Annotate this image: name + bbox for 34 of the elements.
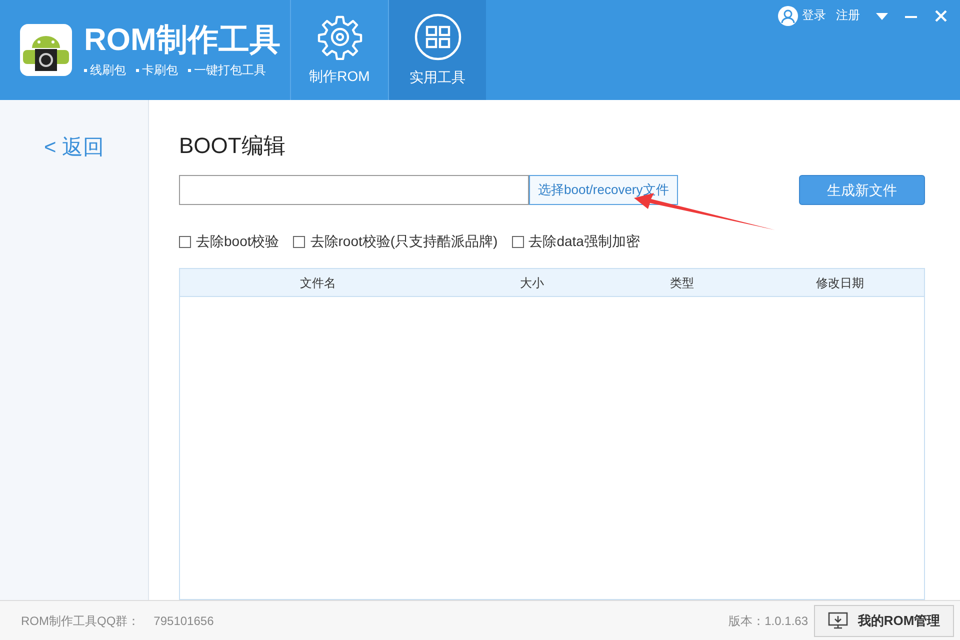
nav-tab[interactable]: 实用工具 <box>388 0 486 100</box>
feature-label: 卡刷包 <box>142 62 178 79</box>
column-header[interactable]: 文件名 <box>180 274 456 292</box>
checkbox-label: 去除data强制加密 <box>528 232 640 251</box>
rom-manager-button[interactable]: 我的ROM管理 <box>814 604 954 636</box>
version-text: 版本：1.0.1.63 <box>728 612 808 630</box>
qq-group-label: ROM制作工具QQ群： <box>21 612 140 630</box>
gear-icon <box>316 14 362 60</box>
column-header[interactable]: 大小 <box>456 274 608 292</box>
bullet-icon <box>188 68 191 72</box>
bullet-icon <box>84 68 87 72</box>
checkbox[interactable] <box>179 236 191 248</box>
feature-label: 一键打包工具 <box>194 62 266 79</box>
feature-label: 线刷包 <box>90 62 126 79</box>
column-header[interactable]: 类型 <box>608 274 756 292</box>
column-header[interactable]: 修改日期 <box>756 274 924 292</box>
login-link[interactable]: 登录 <box>802 6 826 24</box>
bullet-icon <box>136 68 139 72</box>
choose-file-button[interactable]: 选择boot/recovery文件 <box>529 175 678 205</box>
user-icon[interactable] <box>778 6 798 26</box>
back-link[interactable]: < 返回 <box>44 132 104 164</box>
grid-icon <box>414 12 462 60</box>
android-logo <box>20 24 72 76</box>
checkbox[interactable] <box>293 236 306 248</box>
page-title: BOOT编辑 <box>179 133 286 159</box>
checkbox-label: 去除root校验(只支持酷派品牌) <box>310 232 498 251</box>
generate-button[interactable]: 生成新文件 <box>799 175 925 205</box>
checkbox-label: 去除boot校验 <box>196 232 280 251</box>
file-path-field[interactable] <box>179 175 529 205</box>
app-title: ROM制作工具 <box>84 21 280 59</box>
checkbox[interactable] <box>512 236 524 248</box>
monitor-download-icon <box>828 612 848 630</box>
register-link[interactable]: 注册 <box>836 6 860 24</box>
qq-group-number: 795101656 <box>154 612 214 630</box>
